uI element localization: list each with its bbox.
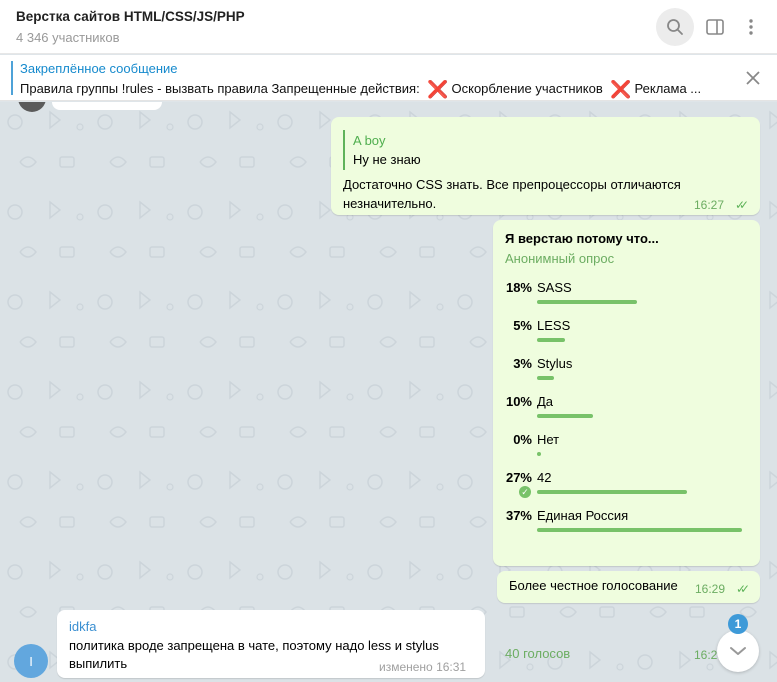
pinned-title: Закреплённое сообщение: [20, 61, 178, 76]
pinned-accent-bar: [11, 61, 13, 95]
message-text: Достаточно CSS знать. Все препроцессоры …: [343, 177, 681, 211]
poll-message[interactable]: Я верстаю потому что... Анонимный опрос …: [493, 220, 760, 662]
poll-option-bar: [537, 376, 554, 380]
message-text: Более честное голосование: [509, 578, 678, 593]
poll-type: Анонимный опрос: [505, 251, 615, 266]
cross-mark-icon: ❌: [610, 80, 632, 99]
chat-area[interactable]: A boy Ну не знаю Достаточно CSS знать. В…: [0, 102, 777, 682]
poll-option-label: Да: [537, 394, 554, 409]
poll-option-label: Нет: [537, 432, 560, 447]
message-time: 16:29: [695, 582, 726, 596]
message-partial: [52, 102, 162, 110]
pinned-text-part: Правила группы !rules - вызвать правила …: [20, 81, 424, 96]
poll-votes[interactable]: 40 голосов: [505, 646, 570, 661]
poll-option-label: Единая Россия: [537, 508, 629, 523]
more-menu-button[interactable]: [732, 8, 770, 46]
poll-option-bar: [537, 528, 743, 532]
poll-option-percent: 27%: [505, 470, 532, 485]
cross-mark-icon: ❌: [427, 80, 449, 99]
sidebar-icon: [706, 19, 724, 35]
poll-option[interactable]: 0% Нет: [493, 432, 760, 470]
poll-option-bar: [537, 338, 565, 342]
pinned-text: Правила группы !rules - вызвать правила …: [20, 80, 720, 100]
chat-header: Верстка сайтов HTML/CSS/JS/PHP 4 346 уча…: [0, 0, 777, 54]
poll-option-label: 42: [537, 470, 552, 485]
poll-option[interactable]: 3% Stylus: [493, 356, 760, 394]
poll-option-label: Stylus: [537, 356, 573, 371]
pinned-text-part: Оскорбление участников: [451, 81, 607, 96]
poll-option-percent: 0%: [513, 432, 532, 447]
pinned-message[interactable]: Закреплённое сообщение Правила группы !r…: [0, 55, 777, 101]
poll-option[interactable]: 5% LESS: [493, 318, 760, 356]
search-button[interactable]: [656, 8, 694, 46]
poll-option[interactable]: 37% Единая Россия: [493, 508, 760, 546]
read-checks-icon: ✓✓: [736, 582, 750, 596]
poll-option-bar: [537, 490, 687, 494]
poll-option-bar: [537, 414, 593, 418]
edited-time: изменено 16:31: [379, 660, 467, 674]
poll-option-percent: 37%: [505, 508, 532, 523]
sender-name[interactable]: idkfa: [69, 619, 96, 634]
pinned-text-part: Реклама ...: [634, 81, 702, 96]
search-icon: [667, 19, 683, 35]
poll-option-percent: 18%: [505, 280, 532, 295]
outgoing-message[interactable]: Более честное голосование 16:29 ✓✓: [497, 571, 760, 603]
poll-option-label: LESS: [537, 318, 571, 333]
poll-option[interactable]: 27% 42 ✓: [493, 470, 760, 508]
outgoing-message[interactable]: A boy Ну не знаю Достаточно CSS знать. В…: [331, 117, 760, 215]
scroll-down-button[interactable]: [717, 630, 759, 672]
poll-option[interactable]: 10% Да: [493, 394, 760, 432]
poll-option-bar: [537, 300, 637, 304]
sidebar-toggle-button[interactable]: [696, 8, 734, 46]
poll-option-percent: 10%: [505, 394, 532, 409]
reply-text[interactable]: Ну не знаю: [353, 152, 421, 167]
read-checks-icon: ✓✓: [735, 198, 749, 212]
poll-option-bar: [537, 452, 541, 456]
message-time: 16:27: [694, 198, 725, 212]
check-circle-icon: ✓: [519, 486, 531, 498]
close-icon[interactable]: [745, 70, 761, 86]
chat-title[interactable]: Верстка сайтов HTML/CSS/JS/PHP: [16, 9, 245, 24]
poll-option-percent: 5%: [513, 318, 532, 333]
poll-option[interactable]: 18% SASS: [493, 280, 760, 318]
more-vertical-icon: [749, 19, 753, 35]
reply-author[interactable]: A boy: [353, 133, 386, 148]
incoming-message[interactable]: idkfa политика вроде запрещена в чате, п…: [57, 610, 485, 678]
avatar[interactable]: I: [14, 644, 48, 678]
chevron-down-icon: [730, 647, 746, 655]
poll-option-label: SASS: [537, 280, 572, 295]
poll-question: Я верстаю потому что...: [505, 231, 659, 246]
unread-badge: 1: [728, 614, 748, 634]
reply-quote-bar: [343, 130, 345, 170]
member-count[interactable]: 4 346 участников: [16, 30, 120, 45]
poll-option-percent: 3%: [513, 356, 532, 371]
